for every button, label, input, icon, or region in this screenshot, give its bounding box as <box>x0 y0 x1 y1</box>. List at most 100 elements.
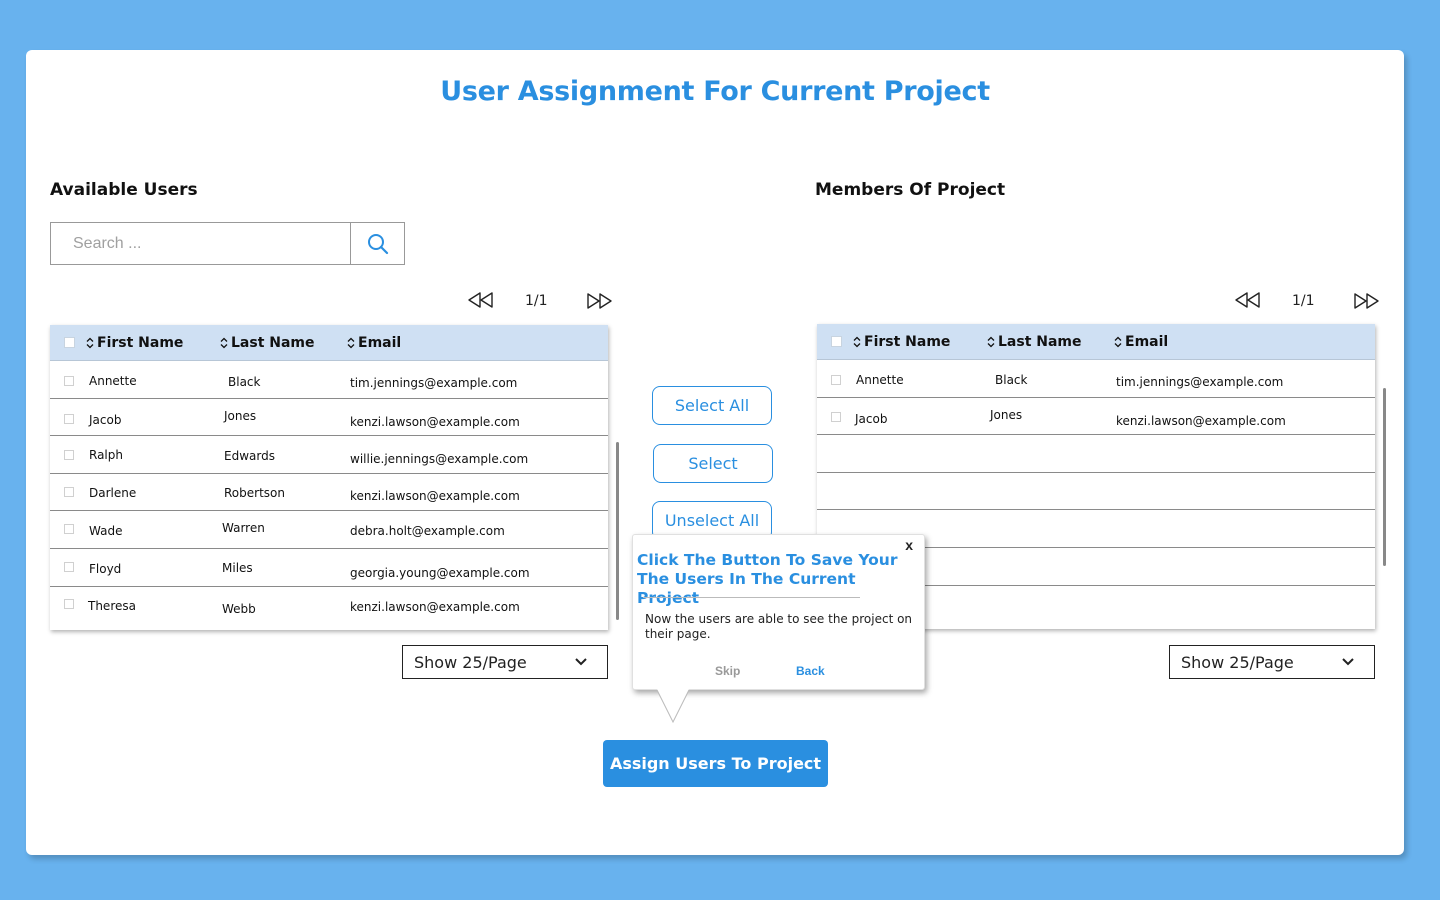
last-name-cell: Jones <box>990 407 1023 422</box>
sort-icon <box>220 337 228 349</box>
page-size-value: Show 25/Page <box>1181 652 1294 672</box>
row-checkbox[interactable] <box>64 486 74 497</box>
tooltip-pointer <box>656 689 690 724</box>
onboarding-tooltip: x Click The Button To Save Your The User… <box>632 534 925 690</box>
sort-icon <box>987 336 995 348</box>
last-name-cell: Jones <box>224 408 257 423</box>
column-label: First Name <box>864 334 951 350</box>
column-label: Last Name <box>231 335 315 351</box>
last-name-cell: Black <box>228 375 261 389</box>
column-email[interactable]: Email <box>347 335 401 351</box>
table-row[interactable]: Annette Black tim.jennings@example.com <box>817 360 1375 398</box>
chevron-down-icon <box>575 658 587 666</box>
available-users-title: Available Users <box>50 180 198 200</box>
available-pager: 1/1 <box>467 290 617 312</box>
sort-icon <box>1114 336 1122 348</box>
row-checkbox[interactable] <box>64 413 74 424</box>
row-checkbox[interactable] <box>64 524 74 535</box>
column-label: Email <box>1125 334 1169 350</box>
last-name-cell: Black <box>995 373 1028 387</box>
select-button[interactable]: Select <box>653 444 773 483</box>
row-checkbox[interactable] <box>831 375 841 385</box>
email-cell: kenzi.lawson@example.com <box>350 488 520 503</box>
skip-button[interactable]: Skip <box>715 664 740 678</box>
table-row[interactable]: Theresa Webb kenzi.lawson@example.com <box>50 587 608 625</box>
email-cell: kenzi.lawson@example.com <box>1116 413 1286 428</box>
first-name-cell: Jacob <box>89 412 122 427</box>
sort-icon <box>347 337 355 349</box>
available-page-size-select[interactable]: Show 25/Page <box>402 645 608 679</box>
tooltip-title: Click The Button To Save Your The Users … <box>637 551 898 607</box>
table-row[interactable]: Jacob Jones kenzi.lawson@example.com <box>50 399 608 437</box>
rewind-icon[interactable] <box>1234 292 1262 308</box>
table-row[interactable]: Wade Warren debra.holt@example.com <box>50 511 608 549</box>
table-row[interactable]: Ralph Edwards willie.jennings@example.co… <box>50 436 608 474</box>
table-row-empty <box>817 435 1375 473</box>
members-page-size-select[interactable]: Show 25/Page <box>1169 645 1375 679</box>
first-name-cell: Wade <box>89 524 123 539</box>
search-icon <box>367 233 388 254</box>
last-name-cell: Robertson <box>224 485 285 500</box>
assignment-card: User Assignment For Current Project Avai… <box>26 50 1404 855</box>
column-label: Last Name <box>998 334 1082 350</box>
page-indicator: 1/1 <box>1292 293 1315 309</box>
sort-icon <box>853 336 861 348</box>
last-name-cell: Warren <box>222 521 265 536</box>
table-header: First Name Last Name Email <box>817 324 1375 360</box>
email-cell: kenzi.lawson@example.com <box>350 414 520 429</box>
page-indicator: 1/1 <box>525 293 548 309</box>
first-name-cell: Theresa <box>88 598 136 613</box>
search-box <box>50 222 405 265</box>
tooltip-body: Now the users are able to see the projec… <box>645 612 913 641</box>
email-cell: tim.jennings@example.com <box>1116 375 1284 389</box>
members-scrollbar[interactable] <box>1383 388 1386 566</box>
row-checkbox[interactable] <box>831 411 841 422</box>
select-all-checkbox[interactable] <box>831 336 842 347</box>
available-scrollbar[interactable] <box>616 442 619 620</box>
row-checkbox[interactable] <box>64 450 74 461</box>
email-cell: tim.jennings@example.com <box>350 376 518 390</box>
chevron-down-icon <box>1342 658 1354 666</box>
row-checkbox[interactable] <box>64 376 74 386</box>
column-last-name[interactable]: Last Name <box>987 334 1082 350</box>
row-checkbox[interactable] <box>64 598 74 609</box>
members-title: Members Of Project <box>815 180 1006 200</box>
back-button[interactable]: Back <box>796 664 825 678</box>
last-name-cell: Webb <box>222 601 256 616</box>
search-input[interactable] <box>51 223 351 264</box>
column-email[interactable]: Email <box>1114 334 1168 350</box>
select-all-button[interactable]: Select All <box>652 386 772 425</box>
last-name-cell: Edwards <box>224 449 275 464</box>
email-cell: debra.holt@example.com <box>350 524 505 539</box>
first-name-cell: Annette <box>856 373 904 387</box>
table-row[interactable]: Darlene Robertson kenzi.lawson@example.c… <box>50 474 608 512</box>
page-size-value: Show 25/Page <box>414 652 527 672</box>
page-title: User Assignment For Current Project <box>440 76 990 107</box>
select-all-checkbox[interactable] <box>64 337 75 348</box>
available-users-table: First Name Last Name Email Annette Black… <box>50 325 608 630</box>
table-row[interactable]: Jacob Jones kenzi.lawson@example.com <box>817 398 1375 436</box>
rewind-icon[interactable] <box>467 292 495 308</box>
fast-forward-icon[interactable] <box>1352 293 1380 309</box>
table-row[interactable]: Floyd Miles georgia.young@example.com <box>50 549 608 587</box>
assign-users-button[interactable]: Assign Users To Project <box>603 740 828 787</box>
row-checkbox[interactable] <box>64 561 74 572</box>
table-row[interactable]: Annette Black tim.jennings@example.com <box>50 361 608 399</box>
first-name-cell: Jacob <box>855 411 888 426</box>
column-first-name[interactable]: First Name <box>86 335 183 351</box>
first-name-cell: Floyd <box>89 561 122 576</box>
first-name-cell: Annette <box>89 374 137 388</box>
email-cell: georgia.young@example.com <box>350 565 530 580</box>
email-cell: willie.jennings@example.com <box>350 452 529 467</box>
search-button[interactable] <box>351 223 404 264</box>
email-cell: kenzi.lawson@example.com <box>350 599 520 614</box>
column-first-name[interactable]: First Name <box>853 334 950 350</box>
table-header: First Name Last Name Email <box>50 325 608 361</box>
table-row-empty <box>817 473 1375 511</box>
column-label: Email <box>358 335 402 351</box>
sort-icon <box>86 337 94 349</box>
members-pager: 1/1 <box>1234 290 1384 312</box>
column-last-name[interactable]: Last Name <box>220 335 315 351</box>
first-name-cell: Darlene <box>89 485 137 500</box>
fast-forward-icon[interactable] <box>585 293 613 309</box>
